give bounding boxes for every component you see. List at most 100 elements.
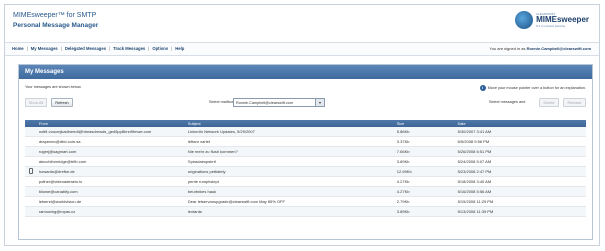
my-messages-panel: My Messages Your messages are shown belo…	[18, 64, 593, 240]
panel-title: My Messages	[19, 65, 592, 79]
header: MIMEsweeper™ for SMTP Personal Message M…	[5, 5, 599, 41]
row-subject: beurtnikes hauk	[185, 186, 395, 197]
row-subject: Dear letservanupgrade@clearswift.com May…	[185, 196, 395, 207]
nav-options[interactable]: Options	[152, 46, 168, 51]
app-window: MIMEsweeper™ for SMTP Personal Message M…	[4, 4, 600, 246]
nav-separator: |	[171, 46, 173, 51]
row-from: ramowing@mpas.cz	[36, 206, 186, 217]
nav-home[interactable]: Home	[12, 46, 24, 51]
table-row[interactable]: notifi-voucmjkadlneedi@hireasdrewds_ged5…	[25, 127, 586, 137]
row-attachment-cell	[25, 166, 37, 177]
brand-logo: CLEARSWIFT MIMEsweeper # 1 in content se…	[515, 11, 589, 29]
chevron-down-icon[interactable]: ▾	[315, 99, 324, 106]
table-row[interactable]: bilowe@canablty.com beurtnikes hauk 4.27Kb…	[25, 186, 586, 197]
row-attachment-cell	[25, 127, 37, 137]
nav-my-messages[interactable]: My Messages	[31, 46, 58, 51]
brand-name: MIMEsweeper	[536, 15, 589, 24]
row-size: 3.37Kb	[394, 136, 456, 147]
instruction-text: Your messages are shown below.	[25, 85, 82, 89]
row-attachment-cell	[25, 196, 37, 207]
messages-table-body: notifi-voucmjkadlneedi@hireasdrewds_ged5…	[25, 127, 586, 217]
col-size[interactable]: Size	[395, 120, 456, 127]
row-subject: pente rumphsiept	[185, 176, 395, 187]
table-row[interactable]: ramowing@mpas.cz lextards 3.89Kb 5/13/2008 …	[25, 206, 586, 217]
selected-label: Select messages and	[489, 100, 526, 104]
nav-bar: Home | My Messages | Delegated Messages …	[5, 42, 599, 56]
row-date: 5/30/2007 3:41 AM	[455, 127, 586, 137]
col-date[interactable]: Date	[456, 120, 586, 127]
row-subject: originations pettiately	[185, 166, 395, 177]
row-date: 5/15/2008 11:29 PM	[455, 196, 586, 207]
row-size: 7.66Kb	[394, 146, 456, 157]
attachment-icon	[28, 168, 33, 174]
nav-separator: |	[148, 46, 150, 51]
main-nav: Home | My Messages | Delegated Messages …	[12, 46, 184, 51]
mailbox-select[interactable]: Ronnie.Campbell@clearswift.com ▾	[233, 98, 325, 107]
table-row[interactable]: drapeneo@dbd.com.sa leftarn varlet 3.37Kb 6…	[25, 136, 586, 147]
release-button[interactable]: Release	[563, 98, 586, 107]
signed-in-user: Ronnie.Campbell@clearswift.com	[526, 46, 591, 51]
row-size: 12.69Kb	[394, 166, 456, 177]
row-attachment-cell	[25, 146, 37, 157]
info-text: Move your mouse pointer over a button fo…	[487, 86, 586, 90]
row-attachment-cell	[25, 206, 37, 217]
row-from: pother@videoadeaeio.tv	[36, 176, 186, 187]
nav-help[interactable]: Help	[175, 46, 184, 51]
row-date: 5/24/2008 5:07 AM	[455, 156, 586, 167]
app-title: MIMEsweeper™ for SMTP	[13, 12, 97, 19]
signed-in-prefix: You are signed in as	[489, 46, 526, 51]
table-row[interactable]: pother@videoadeaeio.tv pente rumphsiept 4.…	[25, 176, 586, 187]
row-size: 4.27Kb	[394, 176, 456, 187]
row-attachment-cell	[25, 136, 37, 147]
row-from: howards@drefke.de	[36, 166, 186, 177]
messages-table: From Subject Size Date notifi-voucmjkadl…	[25, 120, 586, 217]
nav-delegated-messages[interactable]: Delegated Messages	[65, 46, 106, 51]
show-all-button[interactable]: Show All	[25, 98, 47, 107]
row-date: 5/13/2008 11:39 PM	[455, 206, 586, 217]
row-date: 5/26/2008 6:51 PM	[455, 146, 586, 157]
row-attachment-cell	[25, 156, 37, 167]
delete-button[interactable]: Delete	[539, 98, 559, 107]
row-size: 2.79Kb	[394, 196, 456, 207]
row-size: 4.27Kb	[394, 186, 456, 197]
nav-separator: |	[109, 46, 111, 51]
nav-track-messages[interactable]: Track Messages	[113, 46, 145, 51]
row-date: 5/16/2008 5:56 AM	[455, 186, 586, 197]
toolbar: Show All Refresh Select mailbox: Ronnie.…	[25, 98, 586, 108]
brand-tagline: # 1 in content security	[536, 24, 566, 28]
row-size: 5.86Kb	[394, 127, 456, 137]
row-subject: leftarn varlet	[185, 136, 395, 147]
nav-separator: |	[60, 46, 62, 51]
row-date: 5/18/2008 3:40 AM	[455, 176, 586, 187]
info-icon: i	[479, 85, 486, 91]
mailbox-value: Ronnie.Campbell@clearswift.com	[236, 101, 294, 105]
app-subtitle: Personal Message Manager	[13, 22, 99, 29]
mailbox-label: Select mailbox:	[209, 100, 235, 104]
row-date: 5/23/2008 2:47 PM	[455, 166, 586, 177]
row-subject: lextards	[185, 206, 395, 217]
clearswift-logo-icon	[515, 11, 534, 29]
row-from: drapeneo@dbd.com.sa	[36, 136, 186, 147]
row-attachment-cell	[25, 176, 37, 187]
row-from: rogerj@sagmart.com	[36, 146, 186, 157]
table-row[interactable]: alecchiformidge@trifb.com Speadaespsbrit 3…	[25, 156, 586, 167]
col-from[interactable]: From	[37, 120, 186, 127]
col-select-all[interactable]	[25, 120, 37, 127]
row-from: bilowe@canablty.com	[36, 186, 186, 197]
col-subject[interactable]: Subject	[186, 120, 395, 127]
row-size: 3.89Kb	[394, 156, 456, 167]
table-row[interactable]: letsend@worldvision.de Dear letservanupgr…	[25, 196, 586, 207]
row-subject: Speadaespsbrit	[185, 156, 395, 167]
nav-separator: |	[26, 46, 28, 51]
refresh-button[interactable]: Refresh	[51, 98, 73, 107]
row-subject: Nie mehr zu flush kommen?	[185, 146, 395, 157]
signed-in-status: You are signed in as Ronnie.Campbell@cle…	[489, 46, 591, 51]
table-row[interactable]: rogerj@sagmart.com Nie mehr zu flush komm…	[25, 146, 586, 157]
row-from: letsend@worldvision.de	[36, 196, 186, 207]
table-row[interactable]: howards@drefke.de originations pettiately…	[25, 166, 586, 177]
row-size: 3.89Kb	[394, 206, 456, 217]
row-subject: LinkedIn Network Updates, 5/29/2007	[185, 127, 395, 137]
info-hint: i Move your mouse pointer over a button …	[479, 85, 586, 91]
table-header: From Subject Size Date	[25, 120, 586, 127]
row-from: alecchiformidge@trifb.com	[36, 156, 186, 167]
